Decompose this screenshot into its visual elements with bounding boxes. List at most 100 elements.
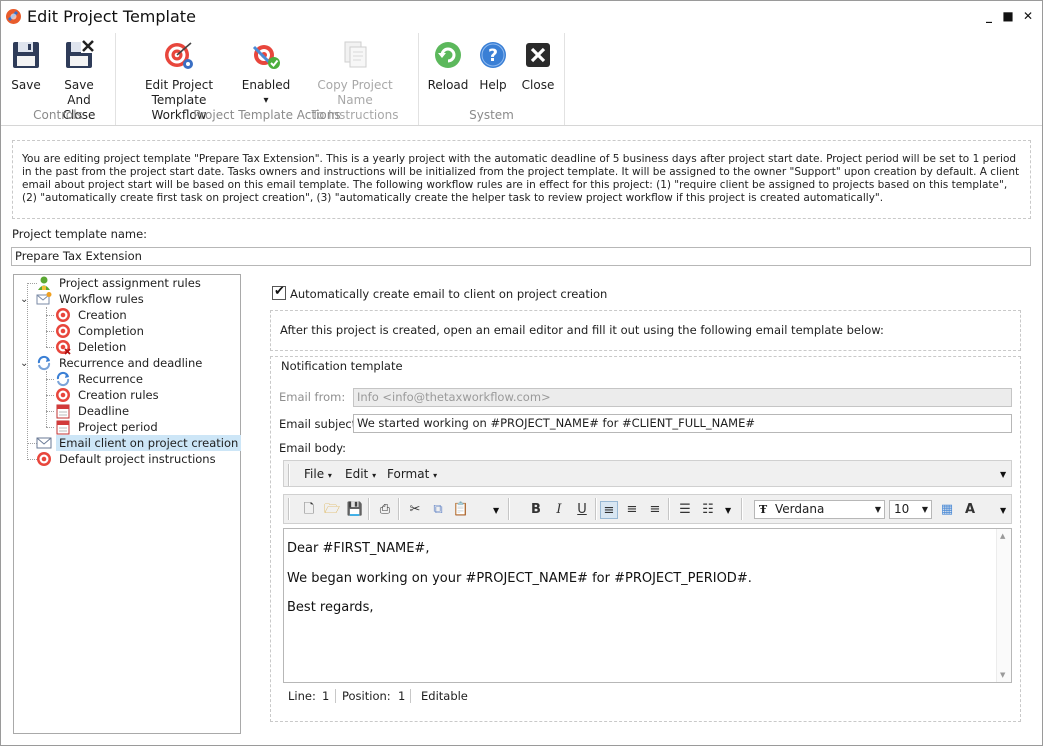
email-subject-input[interactable]: We started working on #PROJECT_NAME# for… <box>353 414 1012 433</box>
bold-icon[interactable]: B <box>527 501 545 519</box>
menu-file[interactable]: File ▾ <box>304 467 332 481</box>
tree-item-label: Completion <box>78 324 144 338</box>
help-button[interactable]: ? Help <box>475 33 511 93</box>
line-value: 1 <box>322 689 330 703</box>
title-bar: Edit Project Template _ ■ ✕ <box>1 1 1042 33</box>
table-grid-icon[interactable]: ▦ <box>938 501 956 519</box>
save-label: Save <box>11 78 41 92</box>
enabled-label: Enabled <box>241 78 291 92</box>
ribbon-toolbar: Save Save And Close Controls Edit Projec… <box>1 33 1042 126</box>
notification-template-panel: Notification template Email from: Info <… <box>270 356 1021 722</box>
reload-button[interactable]: Reload <box>427 33 469 93</box>
workflow-email-icon <box>36 292 52 305</box>
print-icon[interactable]: ⎙ <box>376 501 394 519</box>
tree-connector <box>46 427 54 428</box>
template-name-input[interactable]: Prepare Tax Extension <box>11 247 1031 266</box>
body-line: Best regards, <box>287 600 374 615</box>
expand-toggle-workflow-rules[interactable]: ⌄ <box>20 295 30 305</box>
close-button[interactable]: Close <box>517 33 559 93</box>
recurrence-icon <box>37 355 51 371</box>
new-document-icon[interactable]: 🗋 <box>300 501 318 519</box>
tree-connector <box>27 283 28 460</box>
app-logo-icon <box>6 9 21 24</box>
help-icon: ? <box>480 42 506 68</box>
bullet-list-icon[interactable]: ☰ <box>676 501 694 519</box>
envelope-icon <box>36 437 52 449</box>
position-label: Position: <box>342 689 391 703</box>
font-color-icon[interactable]: A <box>961 501 979 519</box>
cut-icon[interactable]: ✂ <box>406 501 424 519</box>
email-from-input: Info <info@thetaxworkflow.com> <box>353 388 1012 407</box>
enabled-toggle-icon <box>252 45 280 69</box>
menu-file-label: File <box>304 467 325 481</box>
tree-item-label: Workflow rules <box>59 292 144 306</box>
position-value: 1 <box>398 689 406 703</box>
reload-label: Reload <box>427 78 469 92</box>
align-right-icon[interactable]: ≡ <box>646 501 664 519</box>
scroll-down-icon[interactable]: ▼ <box>1000 671 1005 679</box>
editor-vertical-scrollbar[interactable]: ▲ ▼ <box>996 529 1011 682</box>
window-title: Edit Project Template <box>27 7 196 26</box>
tree-item-label: Deletion <box>78 340 127 354</box>
ribbon-group-controls: Save Save And Close Controls <box>1 33 116 125</box>
menu-edit[interactable]: Edit ▾ <box>345 467 376 481</box>
open-folder-icon[interactable]: 🗁 <box>323 501 341 519</box>
ribbon-group-caption: Project Template Actions <box>193 108 341 122</box>
menu-format-label: Format <box>387 467 430 481</box>
edit-project-template-window: Edit Project Template _ ■ ✕ Save Save An… <box>0 0 1043 746</box>
tree-item-label: Recurrence <box>78 372 143 386</box>
email-body-editor[interactable]: Dear #FIRST_NAME#, We began working on y… <box>283 528 1012 683</box>
help-label: Help <box>479 78 507 92</box>
toolbar-overflow-arrow[interactable]: ▼ <box>725 506 731 515</box>
calendar-icon <box>56 404 70 419</box>
font-family-select[interactable]: Ŧ Verdana ▼ <box>754 500 885 519</box>
ribbon-group-system: Reload ? Help Close System <box>419 33 565 125</box>
edit-workflow-label-1: Edit Project <box>144 78 214 92</box>
ribbon-group-caption: System <box>469 108 514 122</box>
save-and-close-label-1: Save And <box>64 78 94 107</box>
align-left-icon[interactable]: ≡ <box>600 501 618 519</box>
auto-email-checkbox[interactable] <box>272 284 286 300</box>
menu-format[interactable]: Format ▾ <box>387 467 437 481</box>
email-from-label: Email from: <box>279 390 346 404</box>
floppy-disk-icon <box>13 42 39 68</box>
tree-item-label: Email client on project creation <box>56 435 242 451</box>
body-line: We began working on your #PROJECT_NAME# … <box>287 571 752 586</box>
close-window-button[interactable]: ✕ <box>1020 8 1036 24</box>
paste-icon[interactable]: 📋 <box>452 501 470 519</box>
chevron-down-icon: ▼ <box>921 505 928 514</box>
enabled-dropdown-arrow: ▾ <box>263 95 269 106</box>
expand-toggle-recurrence[interactable]: ⌄ <box>20 359 30 369</box>
email-subject-label: Email subject: <box>279 417 361 431</box>
status-divider <box>410 689 411 703</box>
ribbon-group-project-template-actions: Edit Project Template Workflow Enabled ▾ <box>116 33 419 125</box>
save-document-icon[interactable]: 💾 <box>346 501 364 519</box>
minimize-button[interactable]: _ <box>981 8 997 24</box>
maximize-button[interactable]: ■ <box>1000 8 1016 24</box>
tree-item-label: Default project instructions <box>59 452 216 466</box>
target-icon <box>56 388 70 402</box>
numbered-list-icon[interactable]: ☷ <box>699 501 717 519</box>
font-family-value: Verdana <box>775 502 825 516</box>
svg-text:?: ? <box>488 46 498 66</box>
menu-overflow-arrow[interactable]: ▼ <box>1000 470 1006 479</box>
tree-connector <box>46 315 54 316</box>
align-center-icon[interactable]: ≡ <box>623 501 641 519</box>
tree-connector <box>46 379 54 380</box>
status-divider <box>335 689 336 703</box>
toolbar-overflow-arrow[interactable]: ▼ <box>1000 506 1006 515</box>
font-size-select[interactable]: 10 ▼ <box>889 500 932 519</box>
save-button[interactable]: Save <box>5 33 47 93</box>
target-delete-icon <box>56 340 71 355</box>
font-size-value: 10 <box>894 502 910 516</box>
toolbar-separator <box>398 498 400 520</box>
close-label: Close <box>521 78 555 92</box>
italic-icon[interactable]: I <box>550 501 568 519</box>
underline-icon[interactable]: U <box>573 501 591 519</box>
toolbar-overflow-arrow[interactable]: ▼ <box>493 506 499 515</box>
copy-icon[interactable]: ⧉ <box>429 501 447 519</box>
editor-toolbar: 🗋 🗁 💾 ⎙ ✂ ⧉ 📋 ▼ B I U ≡ ≡ ≡ ☰ ☷ ▼ Ŧ Verd… <box>283 494 1012 524</box>
toolbar-grip <box>288 498 290 520</box>
enabled-dropdown-button[interactable]: Enabled ▾ <box>240 33 292 108</box>
scroll-up-icon[interactable]: ▲ <box>1000 532 1005 540</box>
